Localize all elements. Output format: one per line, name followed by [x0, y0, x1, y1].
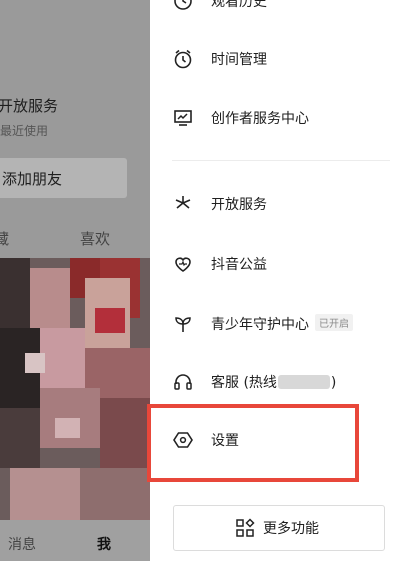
video-thumbnail-pixelated[interactable]	[0, 258, 150, 520]
tab-likes[interactable]: 喜欢	[80, 228, 110, 249]
background-profile-page: 开放服务 最近使用 添加朋友 藏 喜欢 消息 我	[0, 0, 150, 561]
menu-item-label: 抖音公益	[211, 257, 267, 273]
menu-item-label: 青少年守护中心 已开启	[211, 314, 353, 334]
menu-item-watch-history[interactable]: 观看历史	[150, 0, 412, 27]
menu-item-label: 设置	[211, 433, 239, 449]
alarm-clock-icon	[172, 48, 194, 70]
youth-protection-label: 青少年守护中心	[211, 317, 309, 333]
sprout-icon	[172, 313, 194, 335]
nav-me[interactable]: 我	[97, 534, 111, 554]
side-drawer-menu: 观看历史 时间管理 创作者服务中心 开放服务 抖音公益 青少年守护中心已开启	[150, 0, 412, 561]
headset-icon	[172, 371, 194, 393]
tab-collection[interactable]: 藏	[0, 228, 9, 249]
menu-item-creator-center[interactable]: 创作者服务中心	[150, 94, 412, 144]
menu-item-customer-service[interactable]: 客服 (热线)	[150, 358, 412, 408]
redacted-phone-number	[277, 375, 330, 389]
clock-history-icon	[172, 0, 194, 12]
nav-messages[interactable]: 消息	[8, 534, 36, 554]
add-friend-button[interactable]: 添加朋友	[0, 158, 127, 198]
menu-item-charity[interactable]: 抖音公益	[150, 240, 412, 290]
hexagon-settings-icon	[172, 429, 194, 451]
chart-monitor-icon	[172, 107, 194, 129]
menu-item-label: 观看历史	[211, 0, 267, 10]
bg-service-title: 开放服务	[0, 97, 59, 115]
grid-apps-icon	[235, 518, 255, 538]
status-badge: 已开启	[315, 314, 353, 331]
heart-icon	[172, 253, 194, 275]
menu-divider	[172, 160, 390, 161]
menu-item-time-management[interactable]: 时间管理	[150, 35, 412, 85]
menu-item-label: 时间管理	[211, 52, 267, 68]
more-features-label: 更多功能	[263, 521, 319, 537]
bottom-nav-bar: 消息 我	[0, 520, 150, 561]
menu-item-label: 客服 (热线)	[211, 372, 336, 392]
add-friend-label: 添加朋友	[2, 170, 63, 188]
asterisk-icon	[172, 193, 194, 215]
menu-item-label: 开放服务	[211, 197, 267, 213]
customer-service-label: 客服 (热线	[211, 375, 277, 391]
menu-item-settings[interactable]: 设置	[150, 416, 412, 466]
more-features-button[interactable]: 更多功能	[173, 505, 385, 551]
menu-item-label: 创作者服务中心	[211, 111, 309, 127]
bg-service-subtitle: 最近使用	[0, 124, 49, 138]
menu-item-open-services[interactable]: 开放服务	[150, 180, 412, 230]
customer-service-label-suffix: )	[330, 375, 337, 391]
menu-item-youth-protection[interactable]: 青少年守护中心 已开启	[150, 300, 412, 350]
